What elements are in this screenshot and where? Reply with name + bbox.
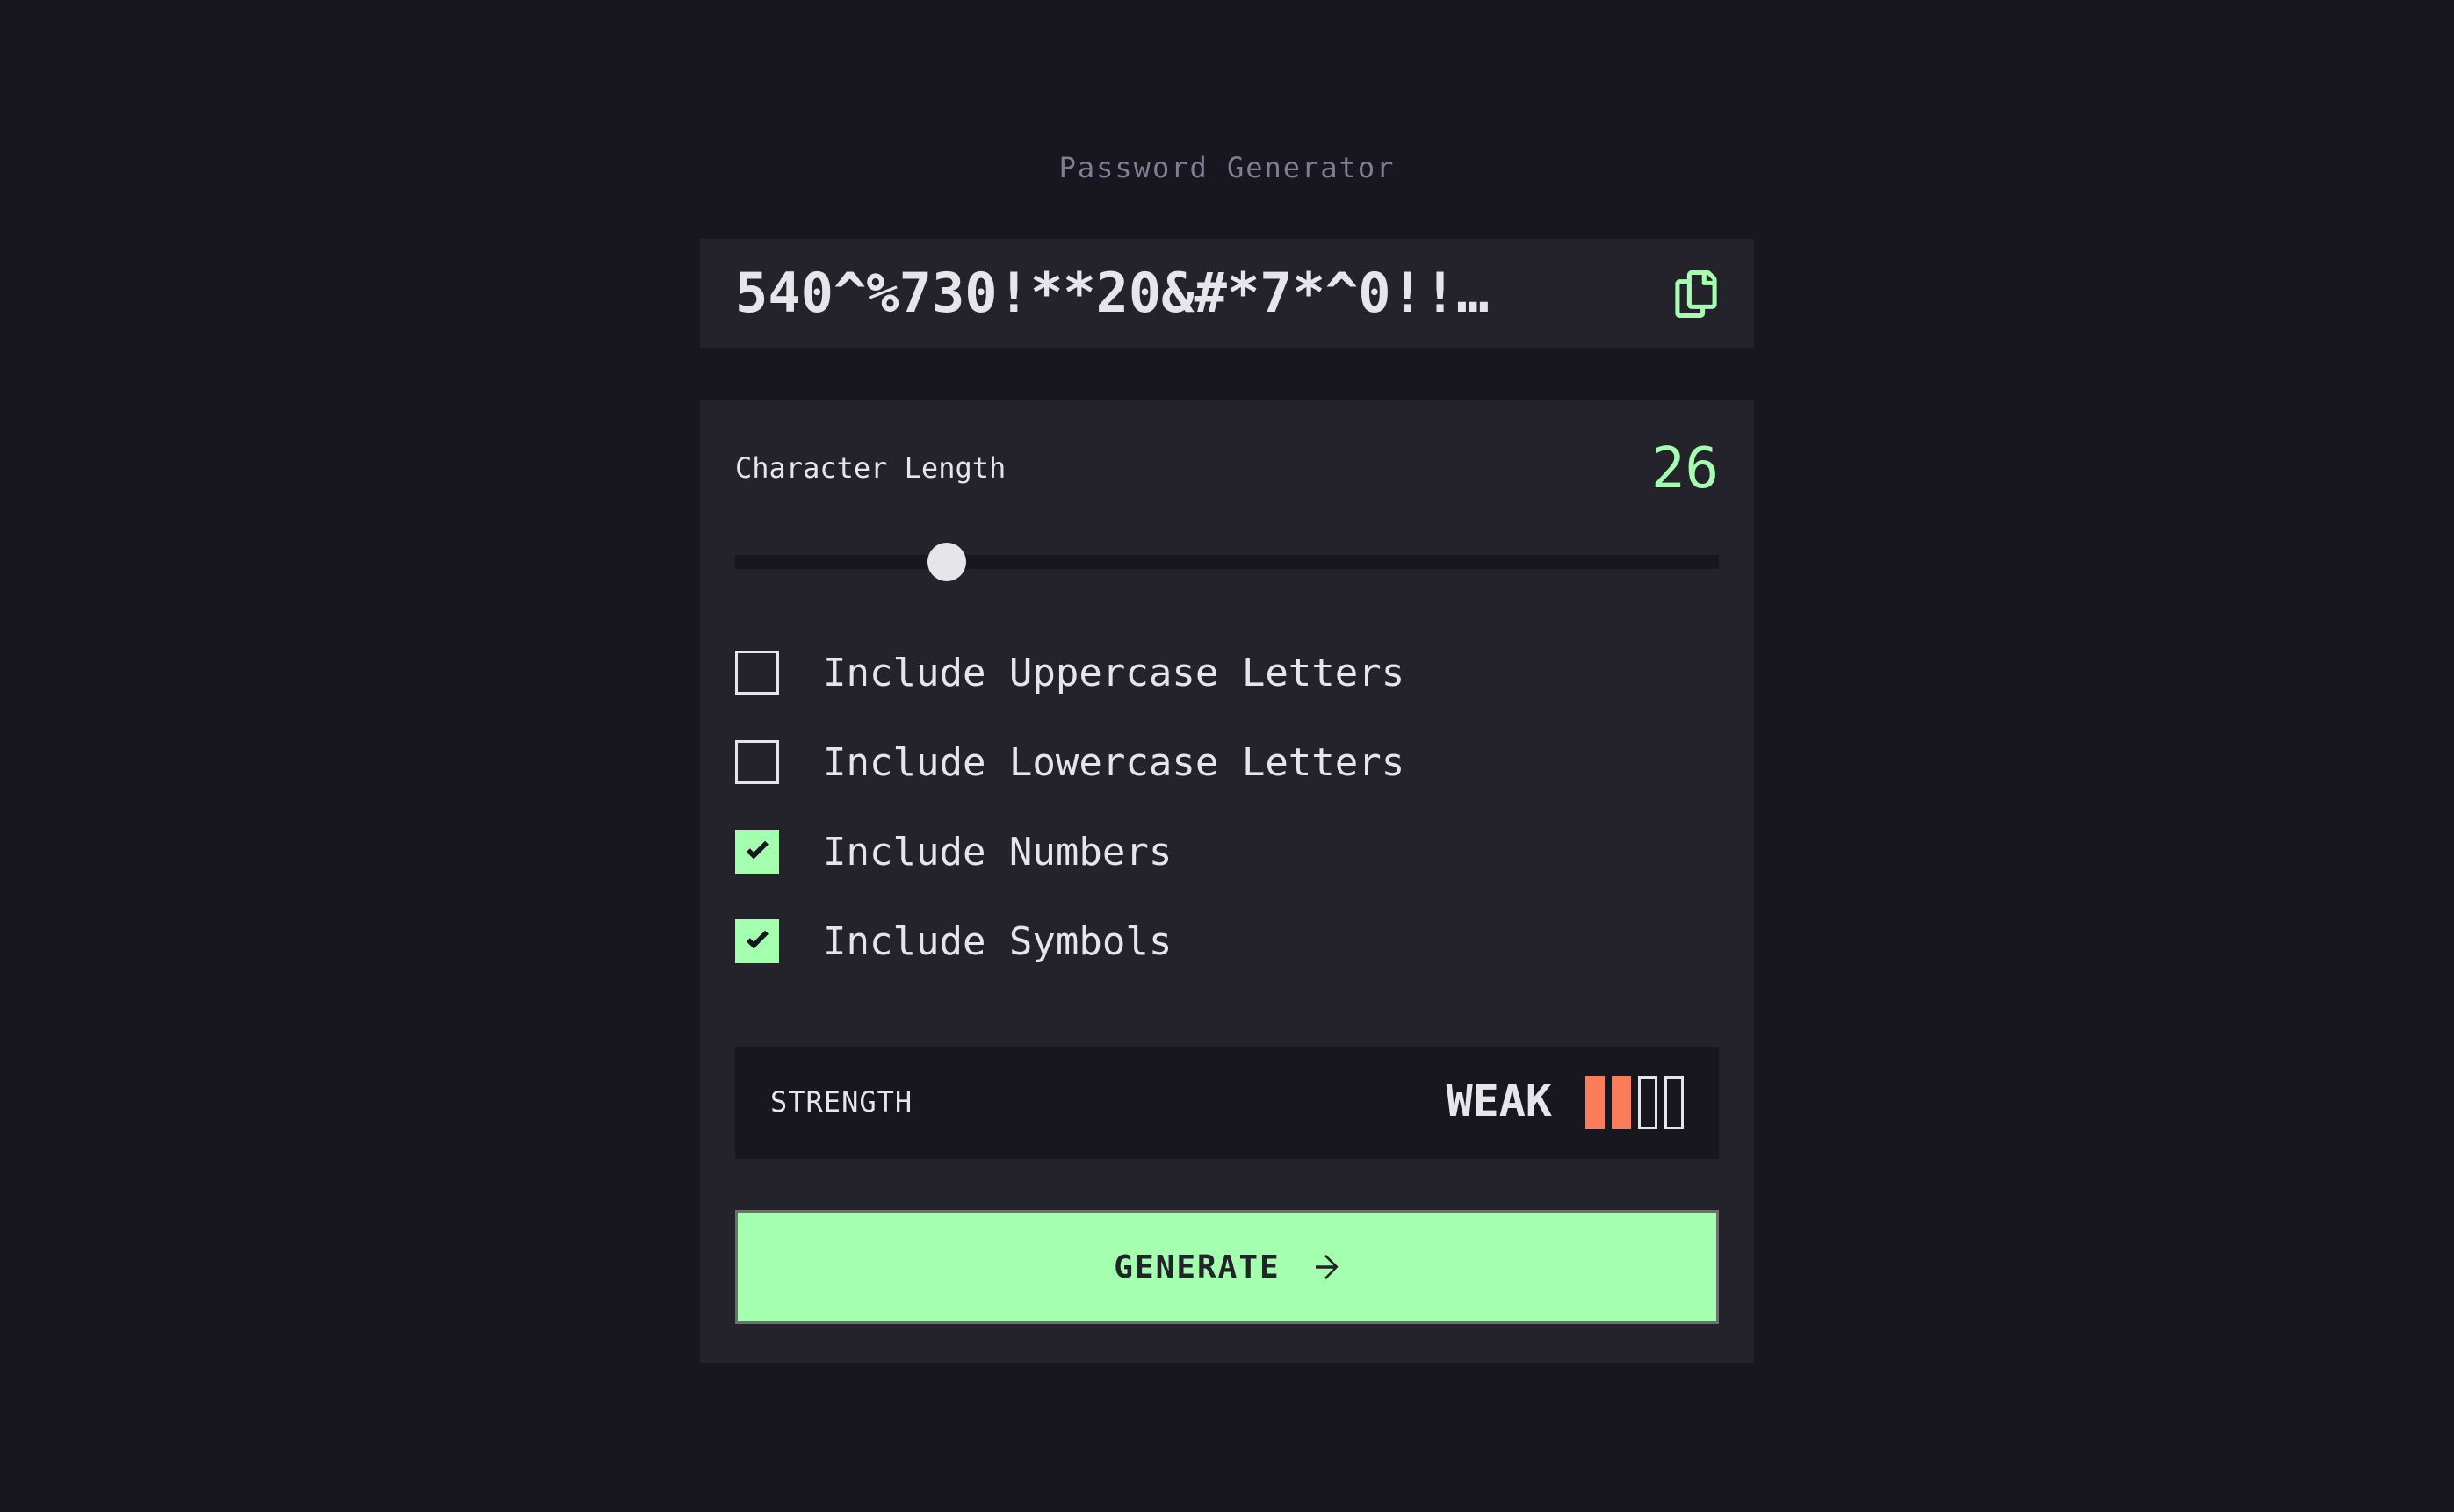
password-text: 540^%730!**20&#*7*^0!!… <box>735 261 1490 325</box>
password-display: 540^%730!**20&#*7*^0!!… <box>700 239 1754 348</box>
strength-bar <box>1585 1076 1605 1129</box>
copy-icon[interactable] <box>1673 270 1719 318</box>
length-value: 26 <box>1650 436 1719 501</box>
strength-bar <box>1664 1076 1684 1129</box>
option-include-numbers[interactable]: Include Numbers <box>735 827 1172 876</box>
option-label: Include Symbols <box>823 918 1173 964</box>
strength-value: WEAK <box>1446 1076 1552 1127</box>
strength-label: STRENGTH <box>770 1085 913 1119</box>
checkbox[interactable] <box>735 830 779 874</box>
length-slider[interactable] <box>735 543 1719 581</box>
app-title: Password Generator <box>1058 151 1396 184</box>
strength-bar <box>1612 1076 1631 1129</box>
check-icon <box>747 840 769 860</box>
check-icon <box>747 930 769 949</box>
option-label: Include Uppercase Letters <box>823 650 1405 695</box>
slider-thumb[interactable] <box>927 543 966 581</box>
generate-button[interactable]: GENERATE <box>735 1210 1719 1324</box>
slider-fill <box>735 555 947 569</box>
option-include-symbols[interactable]: Include Symbols <box>735 917 1172 966</box>
generate-label: GENERATE <box>1114 1249 1281 1285</box>
checkbox[interactable] <box>735 919 779 963</box>
checkbox[interactable] <box>735 651 779 695</box>
option-include-lowercase-letters[interactable]: Include Lowercase Letters <box>735 738 1404 787</box>
settings-panel: Character Length 26 Include Uppercase Le… <box>700 400 1754 1363</box>
option-label: Include Lowercase Letters <box>823 739 1405 785</box>
option-include-uppercase-letters[interactable]: Include Uppercase Letters <box>735 648 1404 697</box>
checkbox[interactable] <box>735 740 779 784</box>
strength-meter: STRENGTH WEAK <box>735 1047 1719 1159</box>
length-label: Character Length <box>735 451 1007 485</box>
strength-bars <box>1585 1076 1684 1129</box>
arrow-right-icon <box>1315 1255 1339 1279</box>
strength-bar <box>1638 1076 1657 1129</box>
option-label: Include Numbers <box>823 829 1173 875</box>
